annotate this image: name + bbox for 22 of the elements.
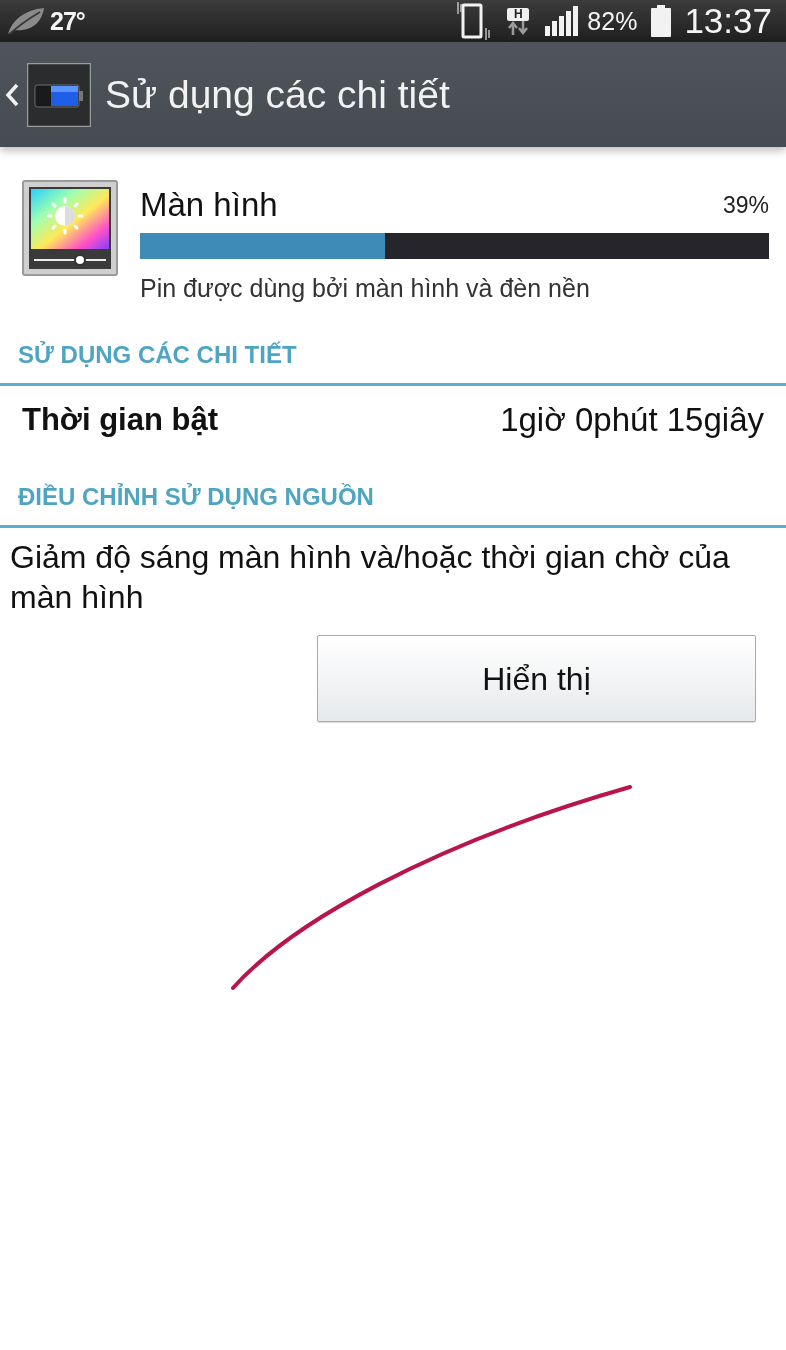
- temperature-text: 27°: [50, 6, 85, 37]
- display-settings-icon: [22, 180, 118, 276]
- detail-label: Thời gian bật: [22, 400, 218, 439]
- back-icon[interactable]: [5, 82, 19, 107]
- signal-icon: [545, 6, 580, 36]
- section-header: ĐIỀU CHỈNH SỬ DỤNG NGUỒN: [17, 482, 375, 512]
- detail-value: 1giờ 0phút 15giây: [500, 400, 764, 441]
- leaf-icon: [6, 6, 46, 36]
- usage-percent: 39%: [722, 191, 769, 220]
- battery-app-icon: [27, 62, 91, 127]
- battery-percent-text: 82%: [587, 6, 638, 37]
- advice-text: Giảm độ sáng màn hình và/hoặc thời gian chờ của màn hình: [9, 538, 731, 617]
- screen-title: Sử dụng các chi tiết: [105, 71, 450, 118]
- section-header: SỬ DỤNG CÁC CHI TIẾT: [17, 340, 298, 370]
- data-arrows-icon: [507, 20, 530, 35]
- usage-description: Pin được dùng bởi màn hình và đèn nền: [140, 273, 591, 303]
- vibrate-icon: [455, 2, 492, 40]
- clock-text: 13:37: [684, 0, 772, 42]
- network-type-label: H: [507, 7, 530, 21]
- display-button[interactable]: Hiển thị: [317, 635, 756, 722]
- battery-icon: [651, 5, 672, 37]
- usage-item-name: Màn hình: [140, 185, 278, 225]
